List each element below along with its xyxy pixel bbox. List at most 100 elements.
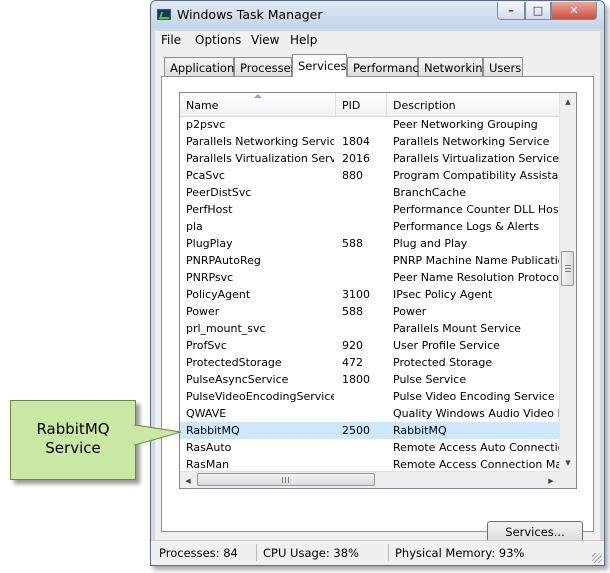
service-name-cell: QWAVE bbox=[186, 407, 227, 420]
service-description-cell: Peer Name Resolution Protocol bbox=[393, 271, 560, 284]
service-name-cell: RabbitMQ bbox=[186, 424, 240, 437]
service-pid-cell: 588 bbox=[342, 237, 363, 250]
table-row[interactable]: PNRPsvc Peer Name Resolution Protocol bbox=[180, 269, 560, 286]
menu-options[interactable]: Options bbox=[195, 33, 241, 47]
resize-grip-icon[interactable] bbox=[592, 553, 602, 563]
table-row[interactable]: p2psvc Peer Networking Grouping bbox=[180, 116, 560, 133]
service-name-cell: Parallels Virtualization Service bbox=[186, 152, 334, 165]
tab-services[interactable]: Services bbox=[292, 54, 347, 77]
service-pid-cell: 472 bbox=[342, 356, 363, 369]
service-description-cell: Power bbox=[393, 305, 427, 318]
service-pid-cell: 880 bbox=[342, 169, 363, 182]
table-row[interactable]: RasAuto Remote Access Auto Connection M bbox=[180, 439, 560, 456]
tab-performance[interactable]: Performance bbox=[347, 57, 426, 76]
service-description-cell: Performance Logs & Alerts bbox=[393, 220, 540, 233]
service-pid-cell: 2016 bbox=[342, 152, 370, 165]
service-pid-cell: 3100 bbox=[342, 288, 370, 301]
menu-help[interactable]: Help bbox=[290, 33, 317, 47]
service-pid-cell: 920 bbox=[342, 339, 363, 352]
vertical-scroll-thumb[interactable] bbox=[561, 251, 574, 286]
title-bar[interactable]: Windows Task Manager – □ ✕ bbox=[151, 1, 604, 29]
service-name-cell: ProtectedStorage bbox=[186, 356, 282, 369]
service-description-cell: Peer Networking Grouping bbox=[393, 118, 538, 131]
service-description-cell: Parallels Virtualization Service bbox=[393, 152, 560, 165]
table-row[interactable]: Parallels Networking Service 1804 Parallel… bbox=[180, 133, 560, 150]
tab-networking[interactable]: Networking bbox=[418, 57, 490, 76]
callout-text: RabbitMQ Service bbox=[10, 420, 136, 458]
service-description-cell: Remote Access Connection Manag bbox=[393, 458, 560, 471]
maximize-button[interactable]: □ bbox=[525, 2, 551, 20]
vertical-scrollbar[interactable]: ▲ ▼ bbox=[559, 93, 576, 471]
service-name-cell: prl_mount_svc bbox=[186, 322, 266, 335]
service-name-cell: PerfHost bbox=[186, 203, 233, 216]
table-row[interactable]: PeerDistSvc BranchCache bbox=[180, 184, 560, 201]
service-name-cell: PeerDistSvc bbox=[186, 186, 252, 199]
status-processes: Processes: 84 bbox=[155, 544, 257, 561]
table-row[interactable]: PNRPAutoReg PNRP Machine Name Publication… bbox=[180, 252, 560, 269]
service-description-cell: Parallels Networking Service bbox=[393, 135, 550, 148]
horizontal-scroll-thumb[interactable] bbox=[197, 473, 375, 486]
table-row-selected[interactable]: RabbitMQ 2500 RabbitMQ bbox=[180, 422, 560, 439]
service-name-cell: PlugPlay bbox=[186, 237, 233, 250]
table-row[interactable]: pla Performance Logs & Alerts bbox=[180, 218, 560, 235]
service-name-cell: ProfSvc bbox=[186, 339, 227, 352]
column-header-description[interactable]: Description bbox=[387, 93, 560, 116]
service-name-cell: PulseVideoEncodingService bbox=[186, 390, 334, 403]
scroll-up-arrow-icon[interactable]: ▲ bbox=[560, 93, 576, 110]
service-description-cell: Performance Counter DLL Host bbox=[393, 203, 560, 216]
table-row[interactable]: PcaSvc 880 Program Compatibility Assistant… bbox=[180, 167, 560, 184]
service-description-cell: Parallels Mount Service bbox=[393, 322, 521, 335]
tab-users[interactable]: Users bbox=[483, 57, 523, 76]
status-physical-memory: Physical Memory: 93% bbox=[395, 546, 525, 560]
scrollbar-corner bbox=[559, 471, 576, 488]
service-pid-cell: 1800 bbox=[342, 373, 370, 386]
close-button[interactable]: ✕ bbox=[551, 2, 597, 20]
table-row[interactable]: PlugPlay 588 Plug and Play bbox=[180, 235, 560, 252]
service-description-cell: Pulse Video Encoding Service bbox=[393, 390, 555, 403]
service-description-cell: IPsec Policy Agent bbox=[393, 288, 493, 301]
service-description-cell: BranchCache bbox=[393, 186, 467, 199]
service-name-cell: PNRPAutoReg bbox=[186, 254, 261, 267]
service-name-cell: Parallels Networking Service bbox=[186, 135, 334, 148]
table-row[interactable]: ProtectedStorage 472 Protected Storage bbox=[180, 354, 560, 371]
list-header: Name PID Description bbox=[180, 93, 560, 117]
service-name-cell: RasAuto bbox=[186, 441, 232, 454]
scroll-down-arrow-icon[interactable]: ▼ bbox=[560, 454, 576, 471]
column-header-name[interactable]: Name bbox=[180, 93, 336, 116]
table-row[interactable]: ProfSvc 920 User Profile Service bbox=[180, 337, 560, 354]
table-row[interactable]: PerfHost Performance Counter DLL Host bbox=[180, 201, 560, 218]
service-description-cell: RabbitMQ bbox=[393, 424, 447, 437]
service-name-cell: pla bbox=[186, 220, 203, 233]
menu-file[interactable]: File bbox=[161, 33, 181, 47]
column-header-name-label: Name bbox=[186, 99, 219, 112]
column-header-description-label: Description bbox=[393, 99, 456, 112]
service-name-cell: RasMan bbox=[186, 458, 230, 471]
column-header-pid[interactable]: PID bbox=[336, 93, 387, 116]
horizontal-scrollbar[interactable]: ◀ ▶ bbox=[180, 471, 560, 488]
tab-applications[interactable]: Applications bbox=[164, 57, 240, 76]
task-manager-window: Windows Task Manager – □ ✕ File Options … bbox=[150, 0, 605, 566]
status-bar: Processes: 84 CPU Usage: 38% Physical Me… bbox=[151, 540, 604, 565]
table-row[interactable]: PulseVideoEncodingService Pulse Video Enc… bbox=[180, 388, 560, 405]
table-row[interactable]: QWAVE Quality Windows Audio Video Expe bbox=[180, 405, 560, 422]
table-row[interactable]: prl_mount_svc Parallels Mount Service bbox=[180, 320, 560, 337]
service-name-cell: PNRPsvc bbox=[186, 271, 234, 284]
service-name-cell: PcaSvc bbox=[186, 169, 225, 182]
service-name-cell: PolicyAgent bbox=[186, 288, 251, 301]
service-description-cell: PNRP Machine Name Publication Se bbox=[393, 254, 560, 267]
services-list[interactable]: Name PID Description p2psvc Peer Networki… bbox=[179, 92, 577, 489]
table-row[interactable]: PulseAsyncService 1800 Pulse Service bbox=[180, 371, 560, 388]
sort-ascending-icon bbox=[254, 94, 262, 98]
service-description-cell: Protected Storage bbox=[393, 356, 493, 369]
status-cpu-usage: CPU Usage: 38% bbox=[259, 544, 389, 561]
scroll-right-arrow-icon[interactable]: ▶ bbox=[543, 472, 559, 488]
service-description-cell: Remote Access Auto Connection M bbox=[393, 441, 560, 454]
service-name-cell: Power bbox=[186, 305, 220, 318]
table-row[interactable]: Parallels Virtualization Service 2016 Para… bbox=[180, 150, 560, 167]
tab-processes[interactable]: Processes bbox=[234, 57, 297, 76]
minimize-button[interactable]: – bbox=[497, 2, 525, 20]
services-tab-panel: Name PID Description p2psvc Peer Networki… bbox=[161, 76, 594, 543]
table-row[interactable]: Power 588 Power bbox=[180, 303, 560, 320]
table-row[interactable]: PolicyAgent 3100 IPsec Policy Agent bbox=[180, 286, 560, 303]
menu-view[interactable]: View bbox=[251, 33, 279, 47]
